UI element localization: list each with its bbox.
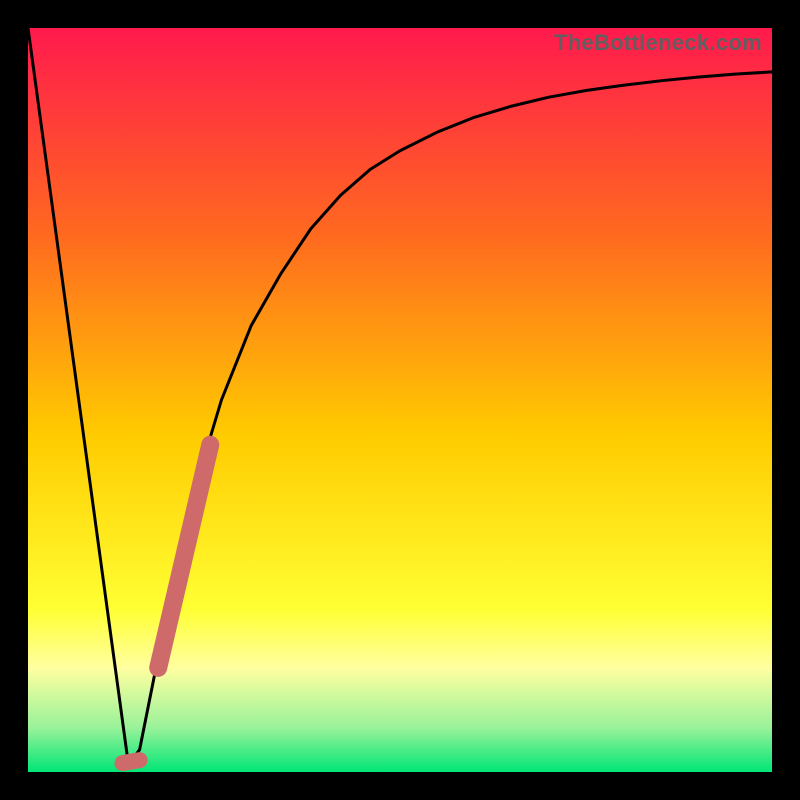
chart-svg <box>28 28 772 772</box>
plot-area: TheBottleneck.com <box>28 28 772 772</box>
gradient-background <box>28 28 772 772</box>
outer-frame: TheBottleneck.com <box>0 0 800 800</box>
min-dot <box>122 760 139 763</box>
watermark-text: TheBottleneck.com <box>554 30 762 56</box>
